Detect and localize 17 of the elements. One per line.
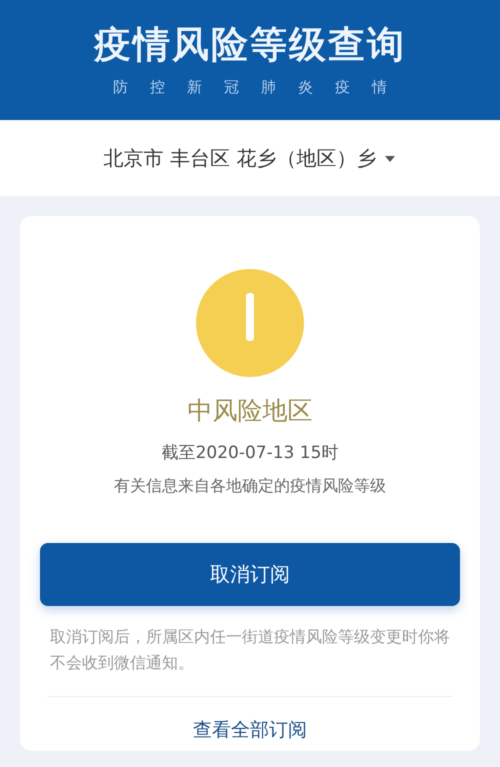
unsubscribe-note: 取消订阅后，所属区内任一街道疫情风险等级变更时你将不会收到微信通知。 xyxy=(50,626,450,674)
subtitle-character: 控 xyxy=(150,78,165,96)
subtitle-character: 肺 xyxy=(261,78,276,96)
unsubscribe-button[interactable]: 取消订阅 xyxy=(40,543,460,606)
caret-icon xyxy=(384,154,396,162)
subtitle-character: 新 xyxy=(187,78,202,96)
source-note: 有关信息来自各地确定的疫情风险等级 xyxy=(114,476,386,497)
subtitle-character: 疫 xyxy=(335,78,350,96)
region-selector[interactable]: 北京市 丰台区 花乡（地区）乡 xyxy=(0,121,500,196)
subtitle-character: 炎 xyxy=(298,78,313,96)
update-time: 截至2020-07-13 15时 xyxy=(162,442,338,464)
view-all-link[interactable]: 查看全部订阅 xyxy=(193,717,307,743)
page-title: 疫情风险等级查询 xyxy=(94,22,406,68)
subtitle-character: 冠 xyxy=(224,78,239,96)
risk-level-label: 中风险地区 xyxy=(188,395,312,427)
subtitle-character: 情 xyxy=(372,78,387,96)
subtitle-character: 防 xyxy=(113,78,128,96)
